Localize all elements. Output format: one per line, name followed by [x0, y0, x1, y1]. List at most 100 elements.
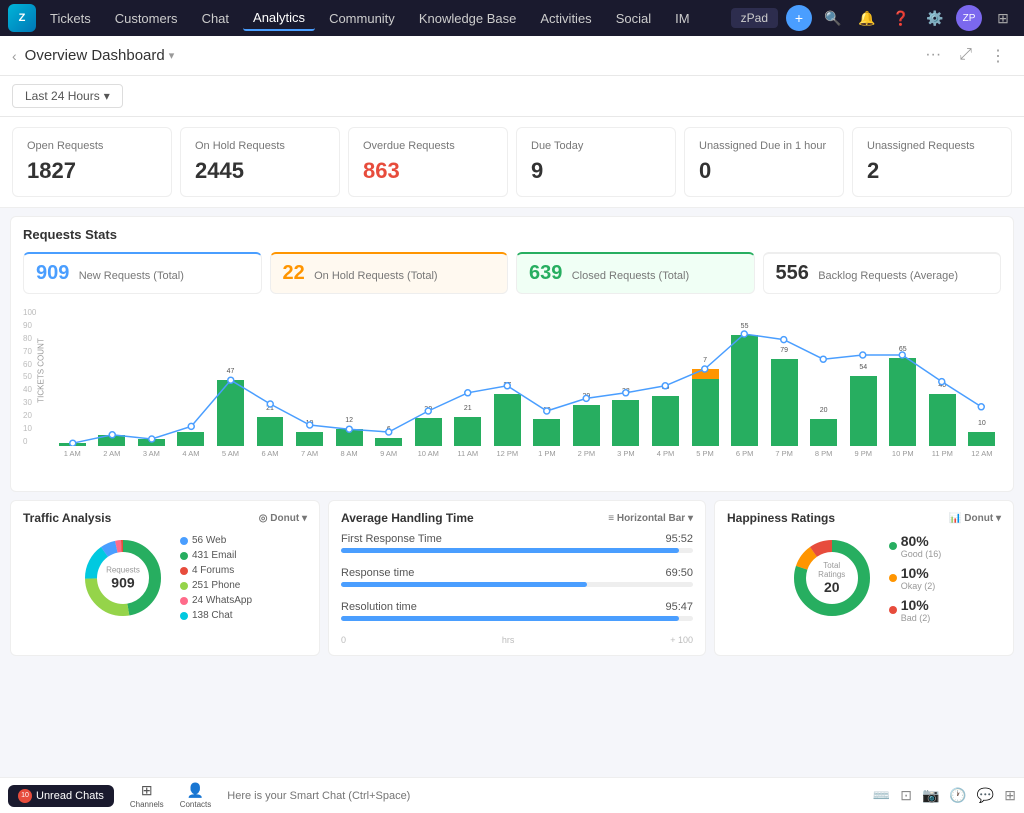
bar-green-2: [138, 439, 165, 446]
bar-group-17: 55: [725, 306, 764, 446]
nav-social[interactable]: Social: [606, 7, 661, 30]
legend-web: 56 Web: [180, 535, 252, 546]
hbar-x-unit: hrs: [502, 635, 515, 645]
nav-community[interactable]: Community: [319, 7, 405, 30]
smart-chat-input[interactable]: [227, 790, 857, 802]
unread-chats-button[interactable]: 10 Unread Chats: [8, 785, 114, 807]
y-tick-20: 20: [23, 411, 53, 420]
x-label-22: 11 PM: [923, 449, 962, 458]
notifications-icon[interactable]: 🔔: [854, 5, 880, 31]
bar-group-22: 40: [923, 306, 962, 446]
bar-chart-container: 47211012620213719293336755792054654010: [53, 306, 1001, 446]
x-label-3: 4 AM: [172, 449, 211, 458]
bar-label-15: 36: [646, 384, 685, 391]
bar-group-1: [93, 306, 132, 446]
backlog-num: 556: [776, 262, 809, 284]
response-time-bar: Response time 69:50: [341, 567, 693, 587]
bar-group-13: 29: [567, 306, 606, 446]
y-tick-90: 90: [23, 321, 53, 330]
bottom-row: Traffic Analysis ◎ Donut ▾: [10, 500, 1014, 656]
traffic-donut-center: Requests 909: [106, 566, 140, 591]
bottom-right-icons: ⌨️ ⊡ 📷 🕐 💬 ⊞: [873, 787, 1016, 804]
x-label-8: 9 AM: [369, 449, 408, 458]
legend-phone-dot: [180, 582, 188, 590]
traffic-donut-svg-wrap: Requests 909: [78, 533, 168, 623]
overdue-label: Overdue Requests: [363, 140, 493, 152]
happiness-card: Happiness Ratings 📊 Donut ▾: [714, 500, 1014, 656]
expand-button[interactable]: ⤢: [953, 44, 978, 68]
traffic-total-label: Requests: [106, 566, 140, 575]
nav-tickets[interactable]: Tickets: [40, 7, 101, 30]
nav-im[interactable]: IM: [665, 7, 699, 30]
due-today-value: 9: [531, 158, 661, 184]
handling-title: Average Handling Time ≡ Horizontal Bar ▾: [341, 511, 693, 525]
back-button[interactable]: ‹: [12, 48, 17, 64]
channels-button[interactable]: ⊞ Channels: [130, 782, 164, 809]
bar-group-2: [132, 306, 171, 446]
on-hold-requests-card: On Hold Requests 2445: [180, 127, 340, 197]
x-label-12: 1 PM: [528, 449, 567, 458]
new-requests-num: 909: [36, 262, 69, 284]
workspace-selector[interactable]: zPad: [731, 8, 778, 28]
first-response-label: First Response Time: [341, 533, 442, 545]
apps-icon[interactable]: ⊞: [990, 5, 1016, 31]
camera-icon[interactable]: 📷: [922, 787, 939, 804]
nav-chat[interactable]: Chat: [192, 7, 239, 30]
bar-green-21: [889, 358, 916, 446]
bar-label-22: 40: [923, 382, 962, 389]
nav-analytics[interactable]: Analytics: [243, 6, 315, 31]
legend-bad: 10% Bad (2): [889, 597, 942, 623]
help-icon[interactable]: ❓: [888, 5, 914, 31]
bar-group-18: 79: [765, 306, 804, 446]
search-icon[interactable]: 🔍: [820, 5, 846, 31]
resolution-time-fill: [341, 616, 679, 621]
traffic-chart-type[interactable]: ◎ Donut ▾: [259, 513, 307, 524]
avatar[interactable]: ZP: [956, 5, 982, 31]
legend-phone: 251 Phone: [180, 580, 252, 591]
bar-green-18: [771, 359, 798, 446]
legend-bad-dot: [889, 606, 897, 614]
resolution-time-value: 95:47: [665, 601, 693, 613]
on-hold-summary-num: 22: [283, 262, 305, 284]
settings-button[interactable]: ⋮: [984, 44, 1012, 68]
bar-label-18: 79: [765, 347, 804, 354]
clock-icon[interactable]: 🕐: [949, 787, 966, 804]
bar-group-21: 65: [883, 306, 922, 446]
chat-icon[interactable]: 💬: [977, 787, 994, 804]
nav-customers[interactable]: Customers: [105, 7, 188, 30]
unassigned-due-value: 0: [699, 158, 829, 184]
due-today-card: Due Today 9: [516, 127, 676, 197]
grid-icon[interactable]: ⊞: [1004, 787, 1016, 804]
bar-label-4: 47: [211, 368, 250, 375]
time-filter-button[interactable]: Last 24 Hours ▾: [12, 84, 123, 108]
bar-group-0: [53, 306, 92, 446]
bar-green-17: [731, 335, 758, 446]
bar-green-12: [533, 419, 560, 446]
legend-okay: 10% Okay (2): [889, 565, 942, 591]
more-options-button[interactable]: ···: [919, 44, 947, 68]
stats-row: Open Requests 1827 On Hold Requests 2445…: [0, 117, 1024, 208]
closed-requests-num: 639: [529, 262, 562, 284]
overdue-requests-card: Overdue Requests 863: [348, 127, 508, 197]
bar-group-5: 21: [251, 306, 290, 446]
bar-group-9: 20: [409, 306, 448, 446]
bar-group-23: 10: [963, 306, 1002, 446]
title-chevron-icon[interactable]: ▾: [169, 49, 175, 62]
closed-requests-card: 639 Closed Requests (Total): [516, 252, 755, 294]
nav-knowledge-base[interactable]: Knowledge Base: [409, 7, 527, 30]
handling-chart-type[interactable]: ≡ Horizontal Bar ▾: [608, 513, 693, 524]
keyboard-icon[interactable]: ⌨️: [873, 787, 890, 804]
backlog-label: Backlog Requests (Average): [818, 270, 958, 282]
nav-activities[interactable]: Activities: [530, 7, 601, 30]
settings-icon[interactable]: ⚙️: [922, 5, 948, 31]
legend-email: 431 Email: [180, 550, 252, 561]
unassigned-requests-card: Unassigned Requests 2: [852, 127, 1012, 197]
happiness-chart-type[interactable]: 📊 Donut ▾: [949, 513, 1001, 524]
bar-label-13: 29: [567, 393, 606, 400]
bar-green-10: [454, 417, 481, 446]
add-button[interactable]: +: [786, 5, 812, 31]
bar-group-20: 54: [844, 306, 883, 446]
keyboard-shortcut-icon[interactable]: ⊡: [900, 787, 912, 804]
contacts-button[interactable]: 👤 Contacts: [180, 782, 212, 809]
bar-orange-16: [692, 369, 719, 379]
